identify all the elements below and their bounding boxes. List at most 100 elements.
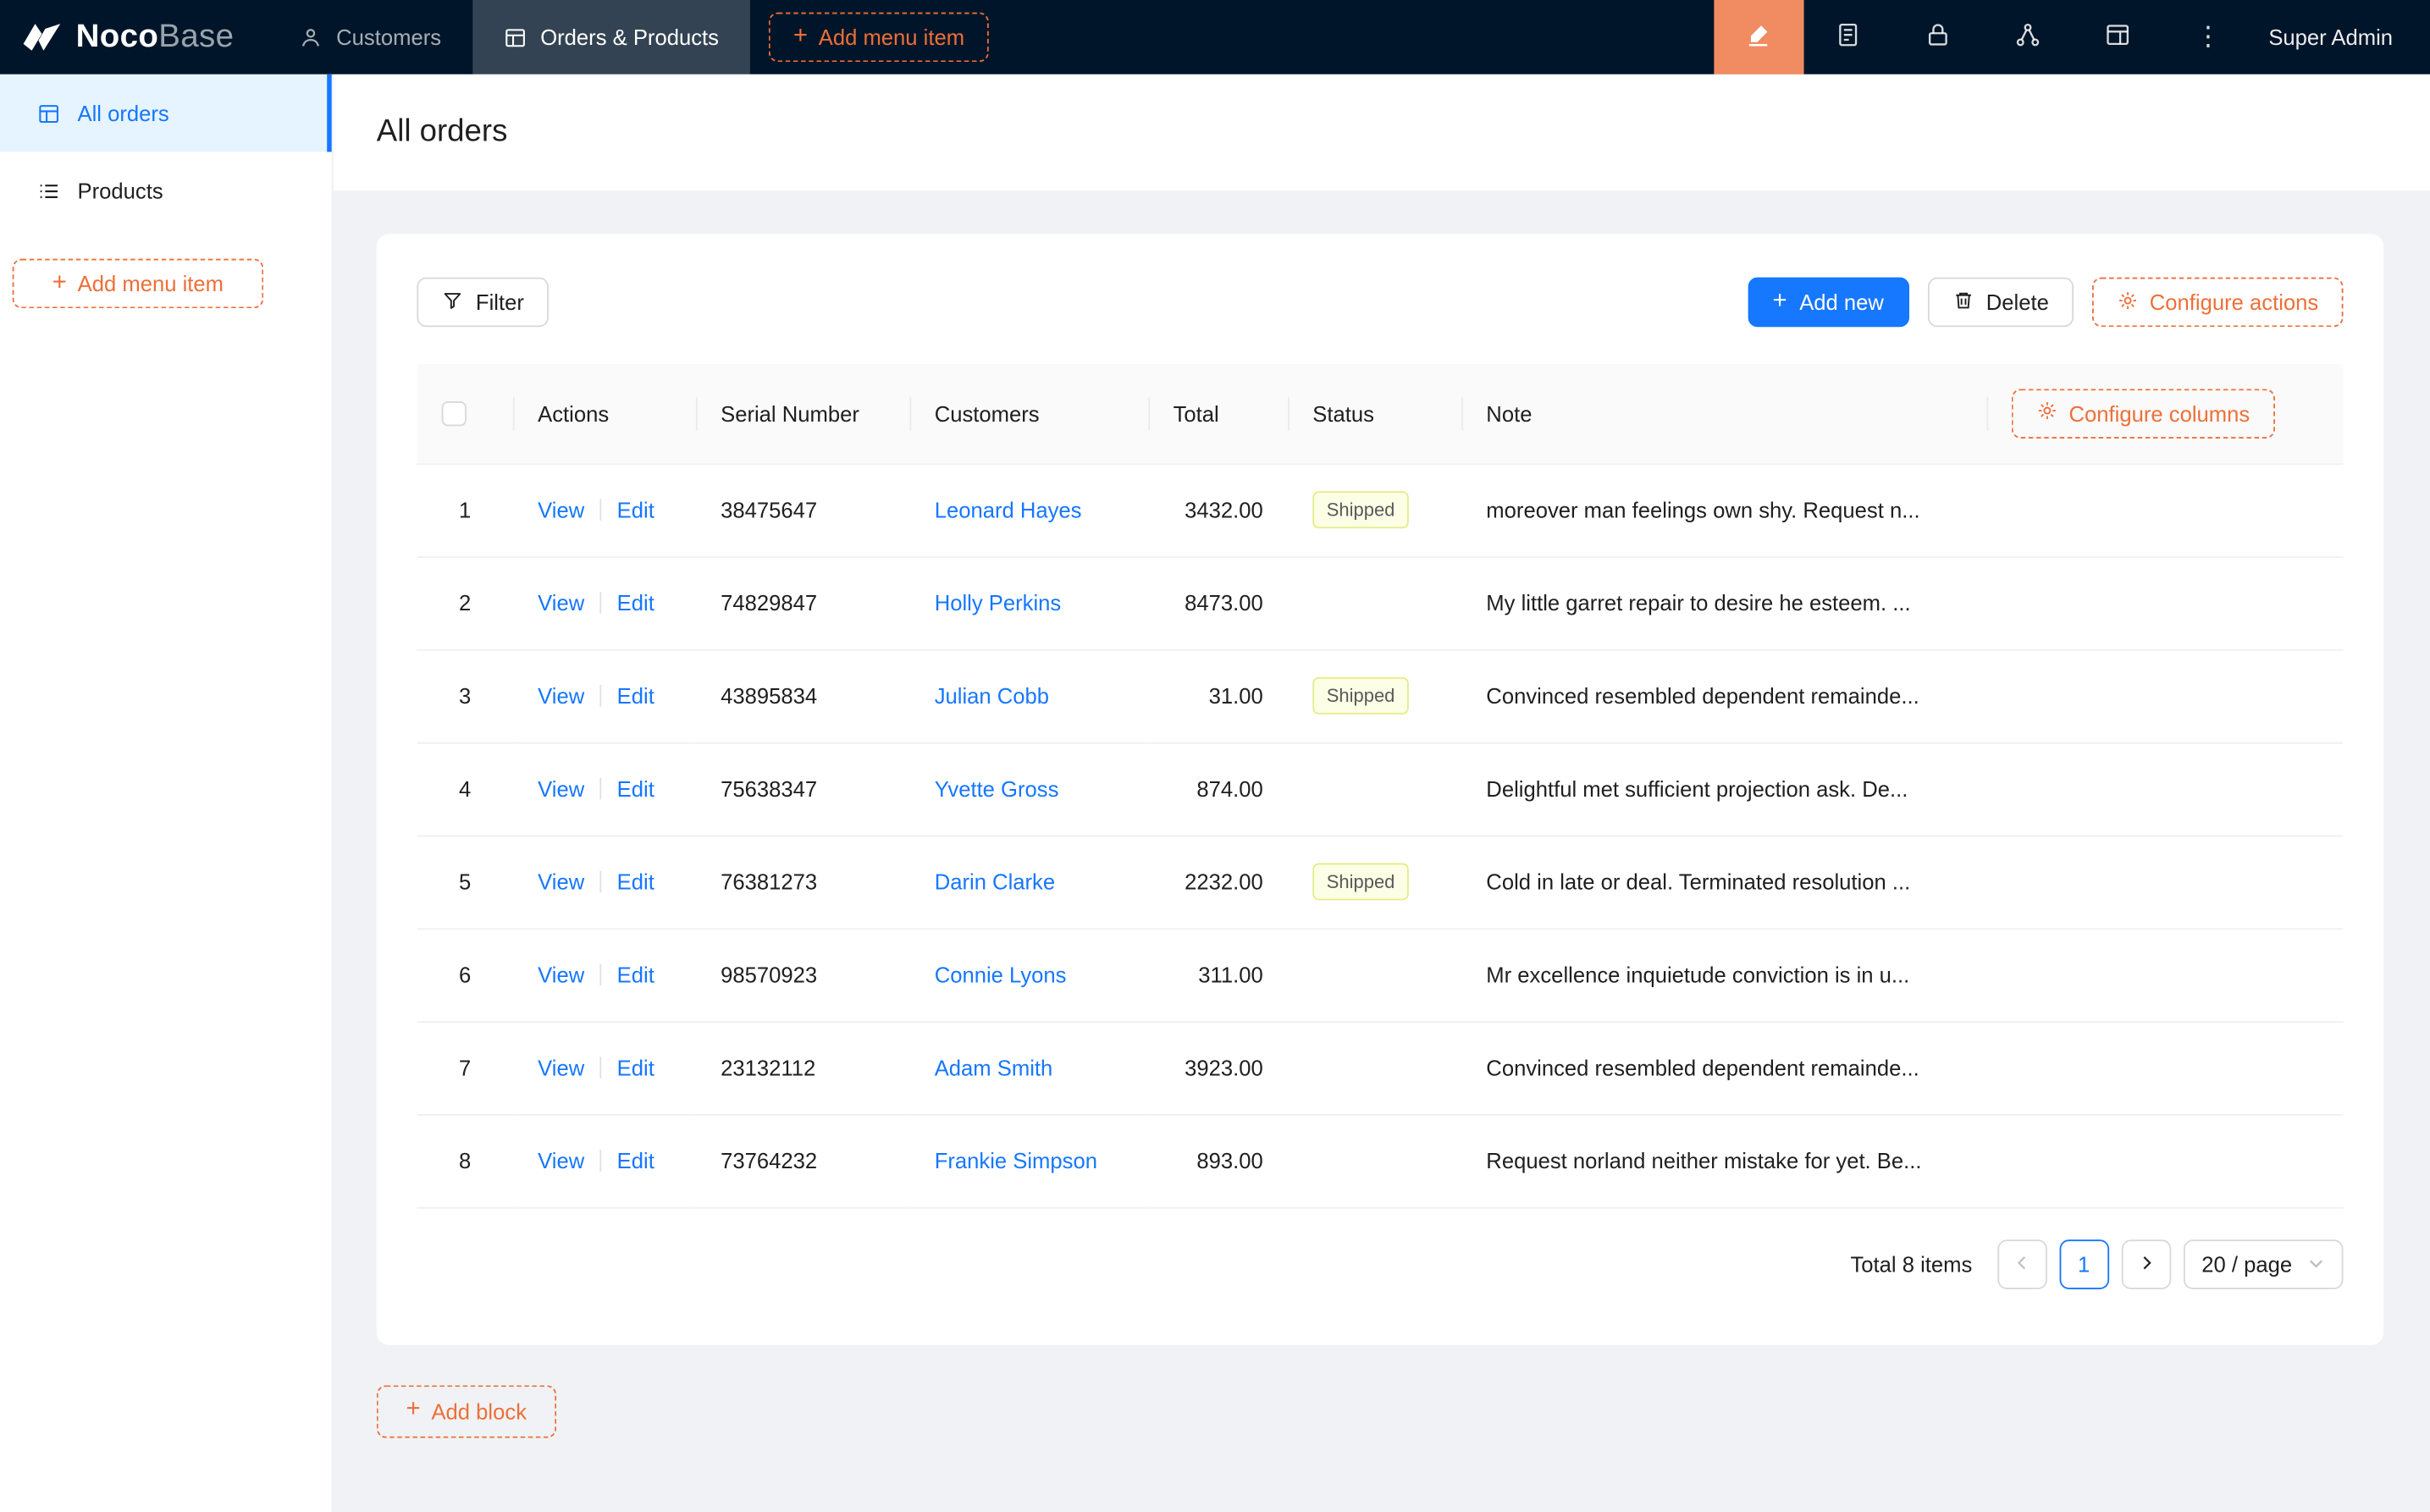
sidebar-item-label: All orders	[78, 101, 169, 125]
layout-button[interactable]	[2074, 0, 2163, 74]
filter-button[interactable]: Filter	[417, 278, 549, 328]
ui-editor-button[interactable]	[1714, 0, 1803, 74]
pagination-prev-button[interactable]	[1997, 1239, 2047, 1289]
pagination-next-button[interactable]	[2121, 1239, 2171, 1289]
select-all-checkbox[interactable]	[442, 402, 467, 427]
status-cell	[1288, 928, 1461, 1021]
more-button[interactable]: ⋮	[2163, 0, 2253, 74]
customer-cell: Julian Cobb	[909, 649, 1148, 742]
edit-link[interactable]: Edit	[617, 869, 654, 894]
plus-icon: +	[793, 24, 808, 48]
orders-table-card: Filter + Add new	[377, 234, 2383, 1344]
plus-icon: +	[406, 1398, 421, 1422]
edit-link[interactable]: Edit	[617, 498, 654, 522]
view-link[interactable]: View	[538, 683, 584, 708]
edit-link[interactable]: Edit	[617, 1055, 654, 1079]
main-layout: All orders Products + Add menu item All …	[0, 74, 2430, 1512]
lock-button[interactable]	[1893, 0, 1983, 74]
serial-number-cell: 73764232	[696, 1114, 910, 1207]
user-name: Super Admin	[2268, 25, 2393, 49]
add-menu-item-button[interactable]: + Add menu item	[769, 13, 990, 63]
delete-label: Delete	[1986, 290, 2049, 314]
total-cell: 893.00	[1148, 1114, 1288, 1207]
view-link[interactable]: View	[538, 963, 584, 987]
serial-number-cell: 23132112	[696, 1021, 910, 1114]
nav-item-customers[interactable]: Customers	[268, 0, 472, 74]
edit-link[interactable]: Edit	[617, 683, 654, 708]
customer-link[interactable]: Darin Clarke	[935, 869, 1055, 894]
view-link[interactable]: View	[538, 498, 584, 522]
row-index-cell: 2	[417, 556, 512, 649]
status-cell	[1288, 742, 1461, 836]
action-divider	[600, 592, 602, 614]
sidebar-add-menu-item-button[interactable]: + Add menu item	[13, 259, 264, 309]
sidebar-item-products[interactable]: Products	[0, 152, 332, 229]
customer-link[interactable]: Frankie Simpson	[935, 1148, 1097, 1173]
ellipsis-icon: ⋮	[2195, 22, 2221, 53]
action-divider	[600, 1150, 602, 1172]
edit-link[interactable]: Edit	[617, 590, 654, 615]
nav-add-wrap: + Add menu item	[750, 0, 990, 74]
pagination-total: Total 8 items	[1850, 1251, 1972, 1276]
column-header-customers: Customers	[909, 364, 1148, 463]
configure-columns-button[interactable]: Configure columns	[2012, 389, 2275, 439]
view-link[interactable]: View	[538, 1055, 584, 1079]
customer-link[interactable]: Yvette Gross	[935, 776, 1059, 801]
column-header-note: Note	[1461, 364, 1986, 463]
view-link[interactable]: View	[538, 590, 584, 615]
user-menu[interactable]: Super Admin	[2253, 25, 2430, 49]
customer-link[interactable]: Adam Smith	[935, 1055, 1053, 1079]
customer-link[interactable]: Julian Cobb	[935, 683, 1049, 708]
navbar-left: NocoBase Customers	[0, 0, 989, 74]
note-cell: Delightful met sufficient projection ask…	[1461, 742, 1986, 836]
empty-cell	[1987, 1114, 2344, 1207]
table-body: 1 ViewEdit 38475647 Leonard Hayes 3432.0…	[417, 463, 2343, 1207]
chevron-down-icon	[2307, 1255, 2324, 1272]
page-title: All orders	[377, 114, 508, 150]
page-size-select[interactable]: 20 / page	[2183, 1239, 2343, 1289]
add-new-button[interactable]: + Add new	[1748, 278, 1908, 328]
table-icon	[37, 102, 60, 124]
brand-logo[interactable]: NocoBase	[0, 0, 268, 74]
chevron-right-icon	[2136, 1251, 2155, 1276]
chevron-left-icon	[2013, 1251, 2031, 1276]
table-row: 7 ViewEdit 23132112 Adam Smith 3923.00 C…	[417, 1021, 2343, 1114]
row-index: 2	[459, 590, 471, 615]
row-index: 4	[459, 776, 471, 801]
pagination-page-1[interactable]: 1	[2059, 1239, 2109, 1289]
share-button[interactable]	[1984, 0, 2074, 74]
customer-link[interactable]: Connie Lyons	[935, 963, 1067, 987]
delete-button[interactable]: Delete	[1927, 278, 2074, 328]
status-badge: Shipped	[1312, 864, 1409, 901]
edit-link[interactable]: Edit	[617, 963, 654, 987]
list-icon	[37, 179, 60, 201]
sidebar-item-all-orders[interactable]: All orders	[0, 74, 332, 152]
view-link[interactable]: View	[538, 1148, 584, 1173]
view-link[interactable]: View	[538, 869, 584, 894]
action-divider	[600, 1057, 602, 1079]
top-navbar: NocoBase Customers	[0, 0, 2430, 74]
filter-icon	[442, 289, 464, 315]
table-header: Actions Serial Number Customers Total St…	[417, 364, 2343, 463]
add-block-button[interactable]: + Add block	[377, 1384, 556, 1437]
customer-link[interactable]: Leonard Hayes	[935, 498, 1082, 522]
document-button[interactable]	[1803, 0, 1893, 74]
nav-item-orders-products[interactable]: Orders & Products	[472, 0, 750, 74]
status-cell	[1288, 1021, 1461, 1114]
share-icon	[2015, 22, 2041, 53]
add-new-label: Add new	[1799, 290, 1884, 314]
app-root: NocoBase Customers	[0, 0, 2430, 1512]
customer-cell: Yvette Gross	[909, 742, 1148, 836]
add-menu-item-label: Add menu item	[819, 25, 964, 49]
column-header-status: Status	[1288, 364, 1461, 463]
edit-link[interactable]: Edit	[617, 1148, 654, 1173]
gear-icon	[2117, 289, 2139, 315]
customer-link[interactable]: Holly Perkins	[935, 590, 1062, 615]
serial-number-cell: 98570923	[696, 928, 910, 1021]
edit-link[interactable]: Edit	[617, 776, 654, 801]
trash-icon	[1952, 289, 1974, 315]
view-link[interactable]: View	[538, 776, 584, 801]
total-cell: 31.00	[1148, 649, 1288, 742]
actions-cell: View Edit	[513, 836, 696, 929]
configure-actions-button[interactable]: Configure actions	[2092, 278, 2343, 328]
